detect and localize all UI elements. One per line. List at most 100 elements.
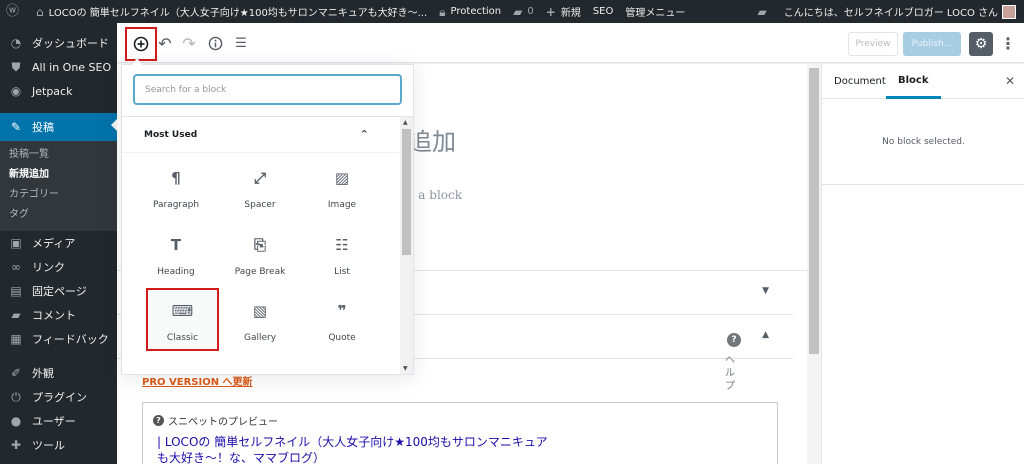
- block-item-list[interactable]: ☷ List: [303, 222, 381, 284]
- snippet-preview-label: スニペットのプレビュー: [168, 417, 278, 428]
- new-label: 新規: [560, 8, 581, 19]
- sidebar-item-label: ユーザー: [32, 415, 76, 428]
- sidebar-item-label: ダッシュボード: [32, 37, 109, 50]
- block-item-page-break[interactable]: ⎘ Page Break: [221, 222, 299, 284]
- chevron-up-icon[interactable]: ⌃: [360, 117, 369, 153]
- snippet-preview-box: ? スニペットのプレビュー | LOCOの 簡単セルフネイル（大人女子向け★10…: [142, 402, 778, 464]
- redo-icon: ↷: [182, 33, 196, 53]
- gallery-icon: ▧: [252, 302, 268, 320]
- editor-header-toolbar: ↶ ↷ ☰ Preview Publish... ⚙ ⋮: [117, 23, 1024, 63]
- comment-icon: ▰: [11, 308, 21, 322]
- most-used-panel-header[interactable]: Most Used: [122, 117, 399, 153]
- wordpress-logo-button[interactable]: ⓦ: [0, 0, 30, 23]
- block-navigation-button[interactable]: ☰: [229, 31, 253, 55]
- notifications-button[interactable]: ▰: [751, 0, 777, 23]
- seo-link[interactable]: SEO: [587, 0, 620, 23]
- block-search-wrapper: [122, 65, 413, 117]
- undo-button[interactable]: ↶: [153, 31, 177, 55]
- sidebar-item-tools[interactable]: ✚ ツール: [0, 433, 117, 457]
- block-item-gallery[interactable]: ▧ Gallery: [221, 288, 299, 350]
- publish-button[interactable]: Publish...: [903, 32, 961, 56]
- wordpress-icon: ⓦ: [6, 4, 20, 19]
- settings-button[interactable]: ⚙: [969, 32, 993, 56]
- block-inserter-popover: Most Used ⌃ ¶ Paragraph ⤢ Spacer ▨ Image…: [121, 58, 414, 375]
- greeting-text: こんにちは、セルフネイルブロガー LOCO さん: [783, 8, 998, 19]
- sidebar-item-plugins[interactable]: ⏻ プラグイン: [0, 385, 117, 409]
- panel-title-label: Most Used: [144, 130, 198, 140]
- question-icon: ?: [153, 415, 164, 426]
- sidebar-item-dashboard[interactable]: ◔ ダッシュボード: [0, 31, 117, 55]
- scroll-down-icon[interactable]: ▼: [403, 365, 408, 372]
- posts-submenu: 投稿一覧 新規追加 カテゴリー タグ: [0, 141, 117, 231]
- submenu-add-new[interactable]: 新規追加: [0, 165, 117, 185]
- close-icon[interactable]: ✕: [1005, 74, 1015, 88]
- block-item-classic[interactable]: ⌨ Classic: [146, 288, 219, 351]
- my-account-link[interactable]: こんにちは、セルフネイルブロガー LOCO さん: [778, 0, 1024, 23]
- sidebar-item-appearance[interactable]: ✐ 外観: [0, 361, 117, 385]
- settings-tabs: Document Block ✕: [822, 64, 1024, 99]
- feedback-icon: ▦: [10, 332, 22, 346]
- sidebar-item-feedback[interactable]: ▦ フィードバック: [0, 327, 117, 351]
- block-item-paragraph[interactable]: ¶ Paragraph: [137, 155, 215, 217]
- content-scrollbar[interactable]: [807, 64, 821, 464]
- sidebar-item-pages[interactable]: ▤ 固定ページ: [0, 279, 117, 303]
- shield-icon: ⛊: [11, 59, 21, 74]
- help-label[interactable]: ヘルプ: [723, 354, 737, 393]
- caret-down-icon[interactable]: ▼: [762, 286, 769, 296]
- block-item-heading[interactable]: T Heading: [137, 222, 215, 284]
- site-name-link[interactable]: ⌂ LOCOの 簡単セルフネイル（大人女子向け★100均もサロンマニキュアも大好…: [30, 0, 433, 23]
- post-title-placeholder[interactable]: 追加: [408, 122, 456, 157]
- block-item-spacer[interactable]: ⤢ Spacer: [221, 155, 299, 217]
- comments-link[interactable]: ▰ 0: [507, 0, 540, 23]
- admin-bar: ⓦ ⌂ LOCOの 簡単セルフネイル（大人女子向け★100均もサロンマニキュアも…: [0, 0, 1024, 23]
- block-list-scrollbar[interactable]: ▲ ▼: [400, 117, 413, 374]
- redo-button[interactable]: ↷: [177, 31, 201, 55]
- notification-icon: ▰: [757, 4, 767, 19]
- content-structure-button[interactable]: [203, 31, 227, 55]
- new-content-link[interactable]: + 新規: [540, 0, 587, 23]
- scrollbar-thumb[interactable]: [402, 129, 411, 255]
- sidebar-item-label: プラグイン: [32, 391, 87, 404]
- tab-block[interactable]: Block: [886, 64, 941, 99]
- admin-sidebar: ◔ ダッシュボード ⛊ All in One SEO ◉ Jetpack ✎ 投…: [0, 23, 117, 464]
- sidebar-item-label: フィードバック: [32, 333, 109, 346]
- sidebar-item-links[interactable]: ∞ リンク: [0, 255, 117, 279]
- submenu-tags[interactable]: タグ: [0, 205, 117, 225]
- admin-menu-link[interactable]: 管理メニュー: [619, 0, 691, 23]
- sidebar-item-jetpack[interactable]: ◉ Jetpack: [0, 79, 117, 103]
- submenu-all-posts[interactable]: 投稿一覧: [0, 145, 117, 165]
- sidebar-item-label: All in One SEO: [32, 60, 112, 74]
- block-item-label: Classic: [166, 333, 199, 343]
- home-icon: ⌂: [36, 4, 44, 19]
- submenu-categories[interactable]: カテゴリー: [0, 185, 117, 205]
- sidebar-item-users[interactable]: ● ユーザー: [0, 409, 117, 433]
- block-item-label: Paragraph: [152, 200, 200, 210]
- pin-icon: ✎: [10, 120, 22, 134]
- brush-icon: ✐: [10, 366, 22, 380]
- caret-up-icon[interactable]: ▲: [762, 330, 769, 340]
- help-icon[interactable]: ?: [727, 333, 741, 347]
- block-item-label: Spacer: [244, 200, 276, 210]
- pro-version-link[interactable]: PRO VERSION へ更新: [142, 373, 253, 388]
- sidebar-item-all-in-one-seo[interactable]: ⛊ All in One SEO: [0, 55, 117, 79]
- sidebar-item-posts[interactable]: ✎ 投稿: [0, 113, 117, 141]
- sidebar-item-label: Jetpack: [32, 84, 73, 98]
- sidebar-item-label: メディア: [32, 237, 76, 250]
- block-item-image[interactable]: ▨ Image: [303, 155, 381, 217]
- scroll-up-icon[interactable]: ▲: [403, 119, 408, 126]
- block-item-label: Image: [327, 200, 357, 210]
- block-search-input[interactable]: [133, 74, 402, 105]
- block-item-quote[interactable]: ❞ Quote: [303, 288, 381, 350]
- preview-button[interactable]: Preview: [848, 32, 898, 56]
- sidebar-item-comments[interactable]: ▰ コメント: [0, 303, 117, 327]
- block-item-label: Heading: [157, 267, 195, 277]
- wrench-icon: ✚: [10, 438, 22, 452]
- sidebar-item-media[interactable]: ▣ メディア: [0, 231, 117, 255]
- protection-link[interactable]: 🔒︎ Protection: [433, 0, 507, 23]
- keyboard-icon: ⌨: [171, 302, 194, 320]
- gear-icon: ⚙: [974, 36, 988, 52]
- block-item-label: List: [334, 267, 350, 277]
- sidebar-item-label: 外観: [32, 367, 54, 380]
- more-tools-button[interactable]: ⋮: [999, 31, 1017, 55]
- scrollbar-thumb[interactable]: [809, 68, 819, 354]
